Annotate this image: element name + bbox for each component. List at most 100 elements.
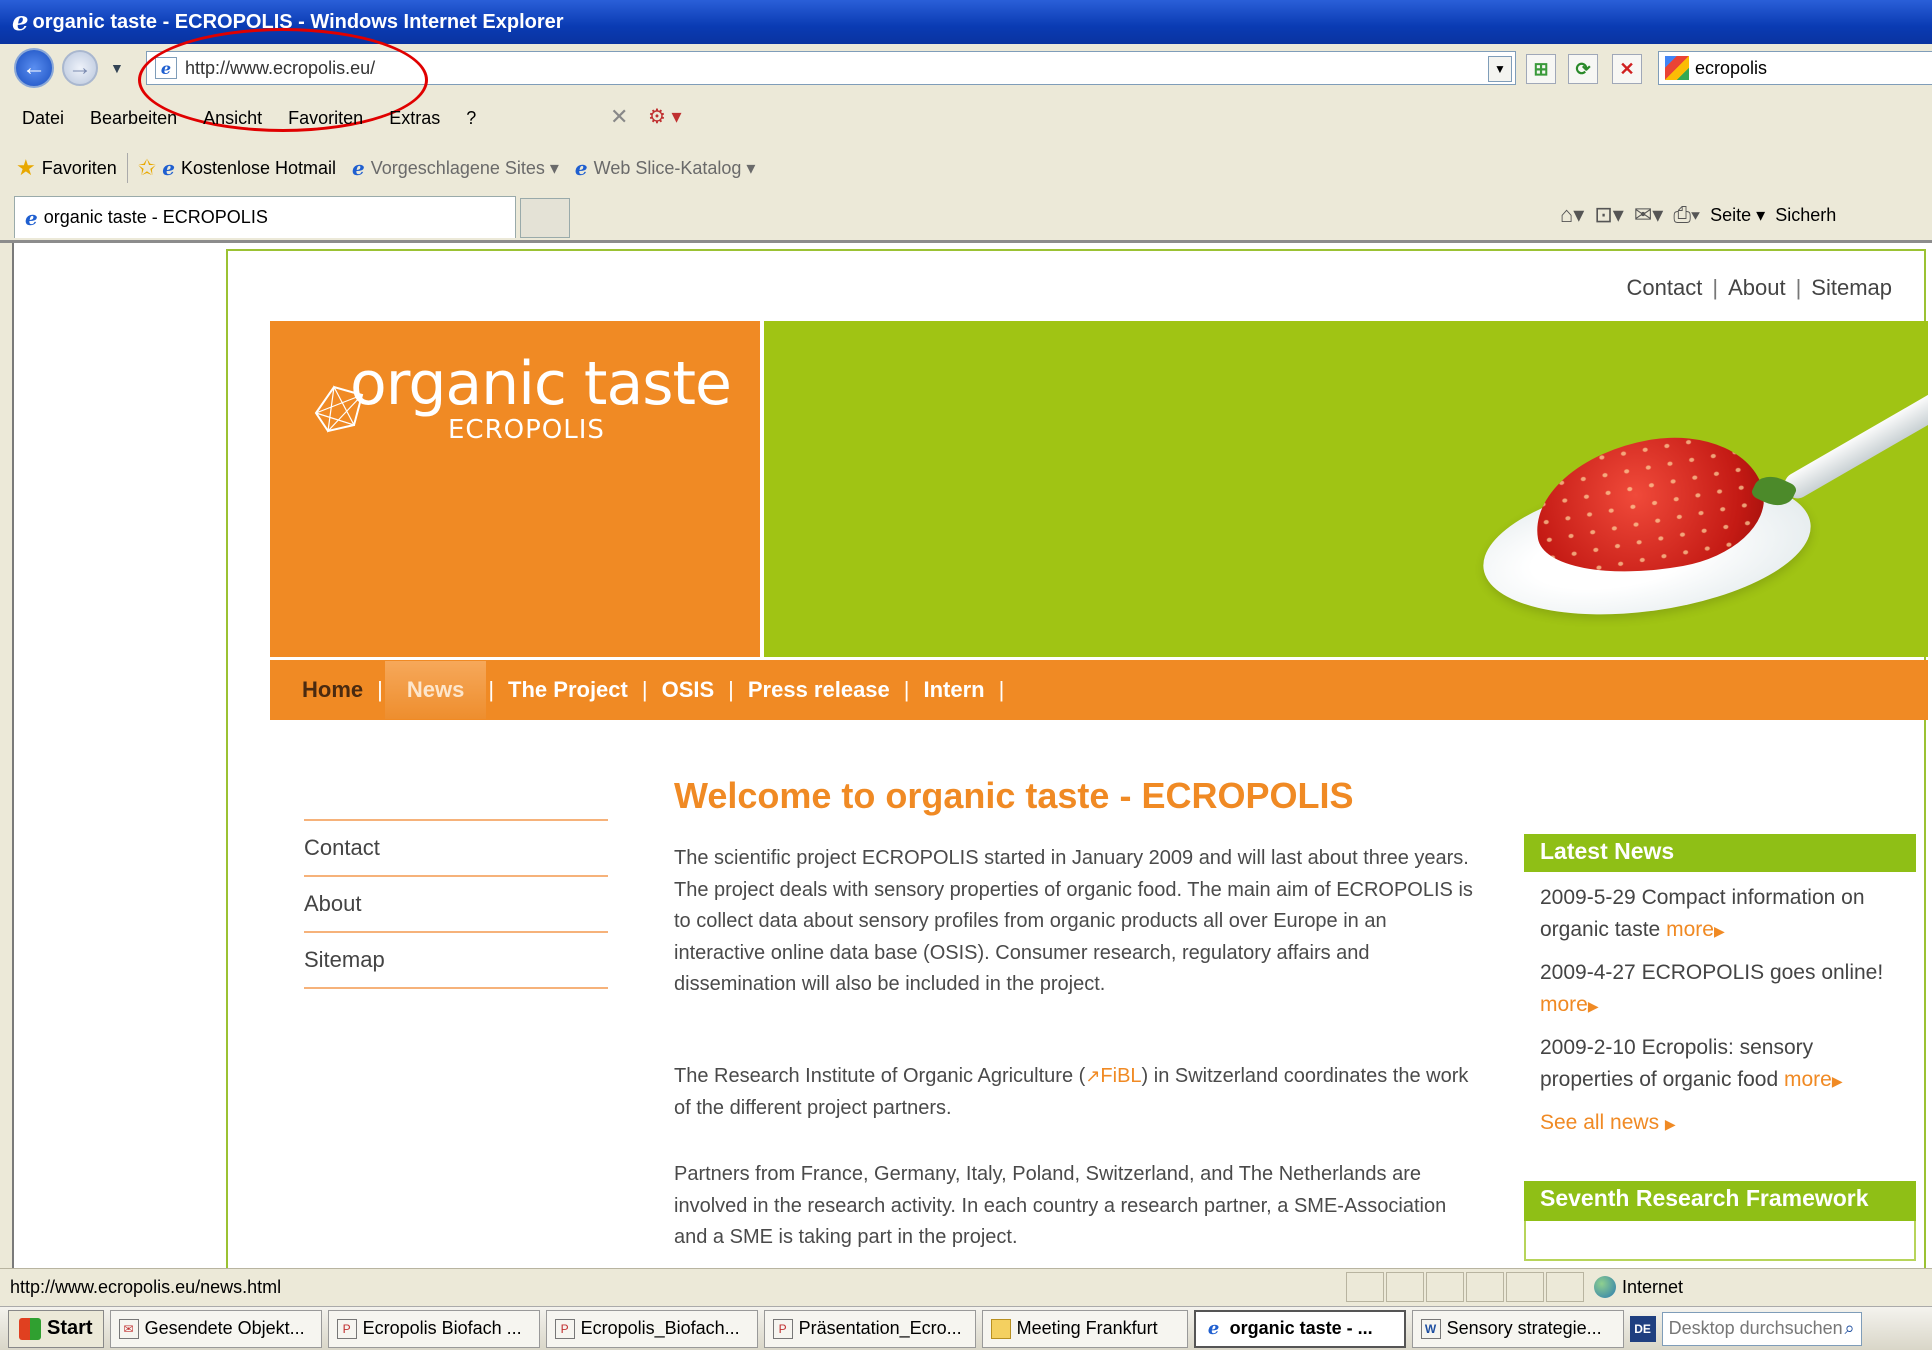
divider (304, 987, 608, 989)
command-bar: ⌂▾ ⊡▾ ✉▾ ⎙▾ Seite ▾ Sicherh (1560, 202, 1836, 228)
security-zone[interactable]: Internet (1594, 1276, 1683, 1298)
new-tab-button[interactable] (520, 198, 570, 238)
leftnav-sitemap[interactable]: Sitemap (304, 931, 608, 987)
taskbar-item-ppt-3[interactable]: P Präsentation_Ecro... (763, 1309, 976, 1348)
news-item: 2009-2-10 Ecropolis: sensory properties … (1524, 1032, 1916, 1097)
nav-intern[interactable]: Intern (912, 677, 997, 703)
home-icon[interactable]: ⌂▾ (1560, 202, 1584, 228)
nav-the-project[interactable]: The Project (496, 677, 640, 703)
nav-press-release[interactable]: Press release (736, 677, 902, 703)
taskbar-item-ppt-2[interactable]: P Ecropolis_Biofach... (545, 1309, 758, 1348)
leftnav-contact[interactable]: Contact (304, 819, 608, 875)
address-dropdown-icon[interactable]: ▼ (1488, 56, 1512, 82)
partners-paragraph: Partners from France, Germany, Italy, Po… (674, 1163, 1447, 1248)
favorites-star-icon: ★ (16, 155, 36, 180)
globe-icon (1594, 1276, 1616, 1298)
favorites-button[interactable]: Favoriten (42, 158, 117, 179)
compatibility-view-icon[interactable]: ⊞ (1526, 54, 1556, 84)
spoon-handle (1780, 385, 1928, 503)
menu-help[interactable]: ? (466, 108, 476, 129)
feeds-icon[interactable]: ⊡▾ (1594, 202, 1623, 228)
ie-logo-icon: e (12, 7, 29, 37)
add-favorite-icon[interactable]: ✩ (138, 155, 156, 181)
desktop-search-input[interactable]: Desktop durchsuchen ⌕ (1661, 1311, 1862, 1346)
nav-news[interactable]: News (384, 661, 487, 719)
menu-bar: Datei Bearbeiten Ansicht Favoriten Extra… (0, 96, 1932, 140)
taskbar: Start ✉ Gesendete Objekt... P Ecropolis … (0, 1306, 1932, 1350)
nav-osis[interactable]: OSIS (650, 677, 727, 703)
ie-page-icon: e (25, 205, 38, 230)
toplink-about[interactable]: About (1728, 275, 1786, 300)
menu-favoriten[interactable]: Favoriten (288, 108, 363, 129)
framework-box: Seventh Research Framework (1524, 1181, 1916, 1261)
nav-home[interactable]: Home (290, 677, 375, 703)
stop-icon[interactable]: ✕ (1612, 54, 1642, 84)
language-indicator[interactable]: DE (1629, 1315, 1656, 1342)
status-cell (1426, 1272, 1464, 1302)
print-icon[interactable]: ⎙▾ (1673, 202, 1700, 228)
nav-separator: | (641, 677, 648, 702)
start-button[interactable]: Start (8, 1309, 104, 1348)
ie-icon: e (1207, 1318, 1220, 1339)
fav-web-slice[interactable]: Web Slice-Katalog ▾ (594, 158, 756, 179)
desktop-search-placeholder: Desktop durchsuchen (1668, 1318, 1843, 1338)
taskbar-item-ppt-1[interactable]: P Ecropolis Biofach ... (327, 1309, 540, 1348)
arrow-right-icon: ▶ (1713, 923, 1725, 939)
forward-button[interactable]: → (62, 50, 98, 86)
search-icon[interactable]: ⌕ (1844, 1318, 1860, 1339)
mail-icon[interactable]: ✉▾ (1634, 202, 1663, 228)
page-title: Welcome to organic taste - ECROPOLIS (674, 775, 1354, 816)
tab-row: e organic taste - ECROPOLIS ⌂▾ ⊡▾ ✉▾ ⎙▾ … (0, 194, 1932, 240)
menu-extras[interactable]: Extras (389, 108, 440, 129)
latest-news-box: Latest News 2009-5-29 Compact informatio… (1524, 834, 1916, 1135)
fibl-link[interactable]: FiBL (1100, 1065, 1141, 1087)
powerpoint-icon: P (772, 1318, 793, 1339)
taskbar-item-ie[interactable]: e organic taste - ... (1193, 1309, 1406, 1348)
status-cell (1506, 1272, 1544, 1302)
menu-ansicht[interactable]: Ansicht (203, 108, 262, 129)
word-icon: W (1420, 1318, 1441, 1339)
status-url: http://www.ecropolis.eu/news.html (10, 1277, 282, 1297)
see-all-news[interactable]: See all news ▶ (1524, 1111, 1916, 1135)
back-button[interactable]: ← (14, 48, 54, 88)
google-search-icon (1665, 56, 1689, 80)
taskbar-item-label: organic taste - ... (1229, 1318, 1373, 1338)
arrow-right-icon: ▶ (1664, 1116, 1676, 1132)
search-input[interactable]: ecropolis (1658, 51, 1932, 85)
taskbar-item-outlook[interactable]: ✉ Gesendete Objekt... (109, 1309, 322, 1348)
toplink-contact[interactable]: Contact (1627, 275, 1703, 300)
arrow-right-icon: ▶ (1831, 1073, 1843, 1089)
news-more-link[interactable]: more (1540, 993, 1588, 1016)
recent-pages-dropdown-icon[interactable]: ▼ (110, 60, 124, 76)
nav-separator: | (903, 677, 910, 702)
ie-page-icon: e (162, 156, 175, 180)
refresh-icon[interactable]: ⟳ (1568, 54, 1598, 84)
left-nav: Contact About Sitemap (304, 819, 608, 989)
main-nav: Home | News | The Project | OSIS | Press… (270, 660, 1928, 720)
fav-suggested-sites[interactable]: Vorgeschlagene Sites ▾ (371, 158, 559, 179)
fav-hotmail[interactable]: Kostenlose Hotmail (181, 158, 336, 179)
page-menu[interactable]: Seite ▾ (1710, 205, 1765, 226)
powerpoint-icon: P (336, 1318, 357, 1339)
paragraph-text: The Research Institute of Organic Agricu… (674, 1065, 1086, 1087)
news-more-link[interactable]: more (1666, 918, 1714, 941)
see-all-news-link[interactable]: See all news (1540, 1111, 1659, 1134)
top-links: Contact | About | Sitemap (1626, 275, 1892, 300)
tab-active[interactable]: e organic taste - ECROPOLIS (14, 196, 516, 238)
toplink-sitemap[interactable]: Sitemap (1811, 275, 1892, 300)
taskbar-item-label: Sensory strategie... (1446, 1318, 1602, 1338)
menu-bearbeiten[interactable]: Bearbeiten (90, 108, 177, 129)
safety-menu[interactable]: Sicherh (1775, 205, 1836, 226)
menu-datei[interactable]: Datei (22, 108, 64, 129)
taskbar-item-word[interactable]: W Sensory strategie... (1411, 1309, 1624, 1348)
taskbar-item-folder[interactable]: Meeting Frankfurt (981, 1309, 1188, 1348)
leftnav-about[interactable]: About (304, 875, 608, 931)
windows-logo-icon (19, 1317, 41, 1340)
taskbar-item-label: Präsentation_Ecro... (798, 1318, 962, 1338)
ie-page-icon: e (574, 156, 588, 180)
news-more-link[interactable]: more (1784, 1068, 1832, 1091)
ie-page-icon: e (352, 156, 365, 180)
logo-title: organic taste (350, 349, 732, 419)
close-menu-icon[interactable]: ✕ (610, 104, 628, 130)
tools-icon[interactable]: ⚙ ▾ (648, 104, 682, 129)
